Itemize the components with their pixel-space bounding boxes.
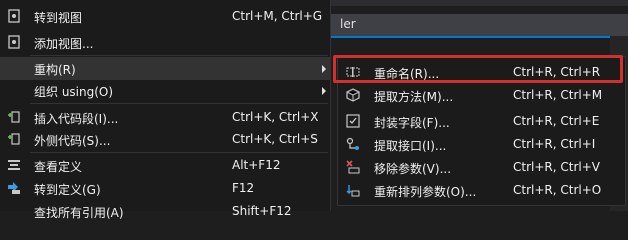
menu-item-label: 查看定义 — [34, 160, 83, 174]
menu-item-find-all-references[interactable]: 查找所有引用(A) Shift+F12 — [0, 200, 330, 223]
submenu-item-shortcut: Ctrl+R, Ctrl+I — [513, 137, 596, 151]
rename-highlight-annotation — [333, 55, 623, 83]
menu-item-label: 转到定义(G) — [34, 183, 101, 197]
menu-item-surround-with[interactable]: 外侧代码(S)... Ctrl+K, Ctrl+S — [0, 128, 330, 151]
submenu-item-label: 重新排列参数(O)... — [374, 185, 477, 199]
go-to-definition-icon — [7, 181, 21, 195]
submenu-item-extract-interface[interactable]: 提取接口(I)... Ctrl+R, Ctrl+I — [338, 133, 625, 156]
menu-item-insert-snippet[interactable]: 插入代码段(I)... Ctrl+K, Ctrl+X — [0, 106, 330, 129]
editor-title-bar: ler — [330, 14, 628, 38]
menu-item-peek-definition[interactable]: 查看定义 Alt+F12 — [0, 154, 330, 177]
menu-item-organize-usings[interactable]: 组织 using(O) — [0, 79, 330, 102]
menu-item-label: 外侧代码(S)... — [34, 134, 111, 148]
menu-separator — [30, 152, 328, 153]
add-view-icon — [7, 35, 21, 49]
menu-item-label: 重构(R) — [34, 63, 76, 77]
menu-separator — [30, 55, 328, 56]
menu-item-shortcut: Ctrl+K, Ctrl+X — [232, 110, 319, 124]
menu-item-shortcut: Shift+F12 — [232, 204, 292, 218]
editor-title-fragment: ler — [340, 17, 356, 31]
insert-snippet-icon — [7, 110, 21, 124]
menu-item-shortcut: Alt+F12 — [232, 158, 281, 172]
submenu-item-remove-parameters[interactable]: 移除参数(V)... Ctrl+R, Ctrl+V — [338, 156, 625, 179]
menu-item-label: 组织 using(O) — [34, 85, 114, 99]
menu-separator — [30, 103, 328, 104]
submenu-arrow-icon — [322, 87, 326, 95]
menu-item-label: 插入代码段(I)... — [34, 112, 119, 126]
submenu-item-shortcut: Ctrl+R, Ctrl+O — [513, 183, 602, 197]
submenu-item-label: 封装字段(F)... — [374, 116, 450, 130]
extract-method-icon — [346, 88, 360, 102]
menu-item-shortcut: F12 — [232, 181, 255, 195]
peek-definition-icon — [7, 158, 21, 172]
menu-item-label: 添加视图... — [34, 37, 94, 51]
menu-item-add-view[interactable]: 添加视图... — [0, 31, 330, 54]
menu-item-go-to-definition[interactable]: 转到定义(G) F12 — [0, 177, 330, 200]
submenu-item-shortcut: Ctrl+R, Ctrl+M — [513, 88, 603, 102]
submenu-item-label: 提取接口(I)... — [374, 139, 447, 153]
menu-item-go-to-view[interactable]: 转到视图 Ctrl+M, Ctrl+G — [0, 5, 330, 28]
encapsulate-field-icon — [346, 114, 360, 128]
view-icon — [7, 9, 21, 23]
menu-item-shortcut: Ctrl+K, Ctrl+S — [232, 132, 318, 146]
remove-parameters-icon — [346, 160, 360, 174]
surround-with-icon — [7, 132, 21, 146]
menu-item-label: 查找所有引用(A) — [34, 206, 124, 220]
menu-item-label: 转到视图 — [34, 11, 83, 25]
extract-interface-icon — [346, 137, 360, 151]
menu-item-refactor[interactable]: 重构(R) — [0, 57, 330, 80]
submenu-item-shortcut: Ctrl+R, Ctrl+E — [513, 114, 600, 128]
reorder-parameters-icon — [346, 183, 360, 197]
submenu-item-encapsulate-field[interactable]: 封装字段(F)... Ctrl+R, Ctrl+E — [338, 110, 625, 133]
context-menu: 转到视图 Ctrl+M, Ctrl+G 添加视图... 重构(R) 组织 usi… — [0, 0, 331, 220]
menu-item-shortcut: Ctrl+M, Ctrl+G — [232, 9, 323, 23]
submenu-item-extract-method[interactable]: 提取方法(M)... Ctrl+R, Ctrl+M — [338, 84, 625, 107]
submenu-arrow-icon — [322, 65, 326, 73]
submenu-item-label: 移除参数(V)... — [374, 162, 452, 176]
submenu-item-shortcut: Ctrl+R, Ctrl+V — [513, 160, 600, 174]
submenu-item-reorder-parameters[interactable]: 重新排列参数(O)... Ctrl+R, Ctrl+O — [338, 179, 625, 202]
submenu-item-label: 提取方法(M)... — [374, 90, 454, 104]
